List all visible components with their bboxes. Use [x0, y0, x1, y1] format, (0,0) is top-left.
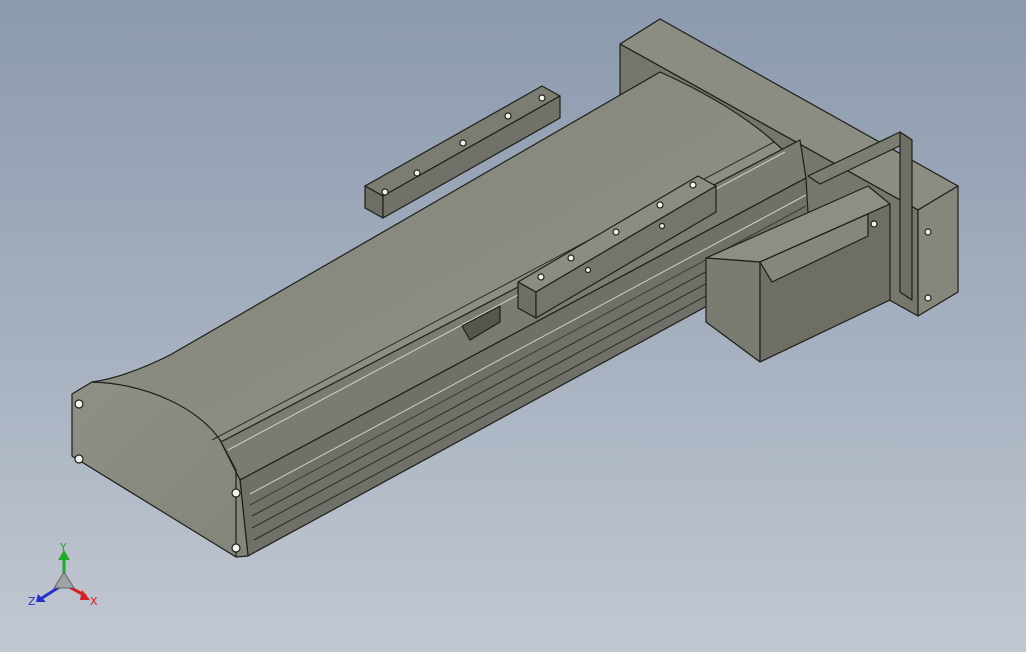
carriage-hole-icon: [584, 266, 592, 274]
motor-screw-icon: [870, 220, 878, 228]
rail-hole-icon: [413, 169, 421, 177]
triad-y-label: Y: [59, 541, 67, 554]
rail-hole-icon: [504, 112, 512, 120]
mount-hole-icon: [924, 294, 932, 302]
end-cap-screw-icon: [74, 399, 84, 409]
carriage-hole-icon: [612, 228, 620, 236]
rail-hole-icon: [538, 94, 546, 102]
mount-hole-icon: [924, 228, 932, 236]
coordinate-triad: Y X Z: [28, 541, 98, 608]
triad-z-label: Z: [28, 595, 36, 608]
carriage-hole-icon: [656, 201, 664, 209]
triad-x-label: X: [90, 595, 98, 608]
carriage-hole-icon: [537, 273, 545, 281]
end-cap-screw-icon: [231, 488, 241, 498]
carriage-hole-icon: [689, 181, 697, 189]
rail-hole-icon: [459, 139, 467, 147]
end-cap-screw-icon: [74, 454, 84, 464]
cad-3d-viewport[interactable]: [0, 0, 1026, 652]
carriage-hole-icon: [658, 222, 666, 230]
triad-origin-icon: [53, 571, 75, 589]
carriage-hole-icon: [567, 254, 575, 262]
rail-hole-icon: [381, 188, 389, 196]
end-cap-screw-icon: [231, 543, 241, 553]
